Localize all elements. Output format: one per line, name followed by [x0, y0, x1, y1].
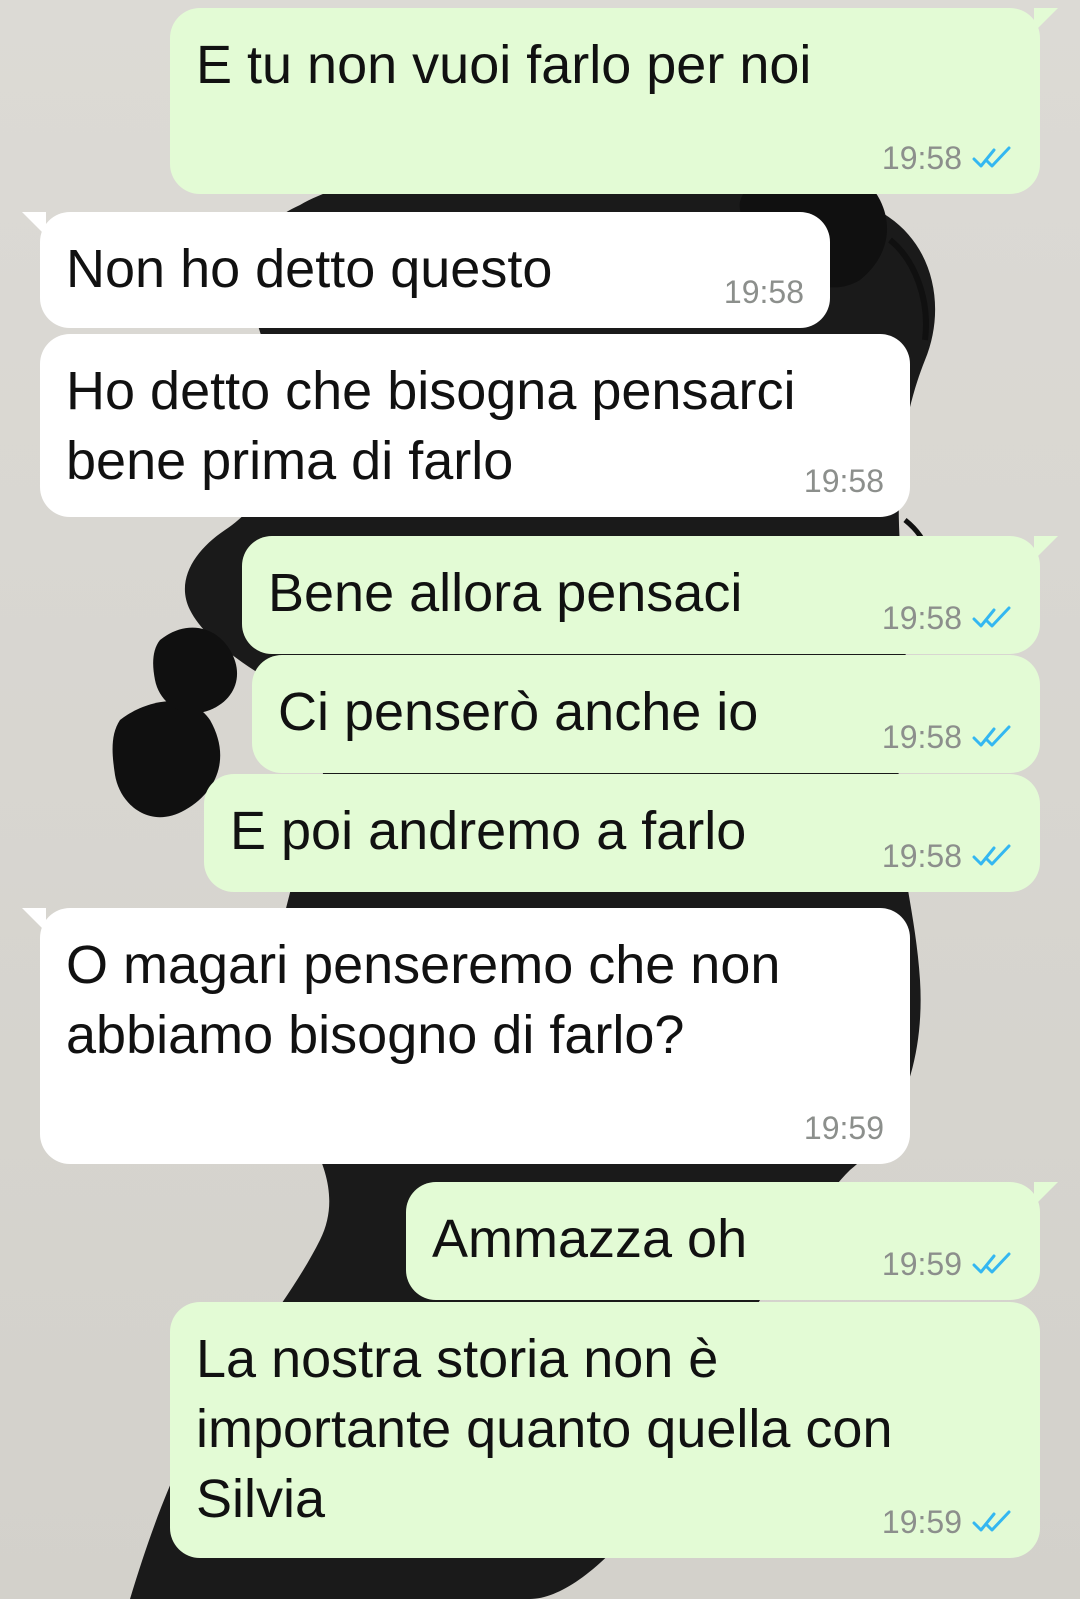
message-bubble-outgoing[interactable]: Ci penserò anche io 19:58 [252, 655, 1040, 773]
double-check-icon [972, 1510, 1011, 1532]
message-time: 19:58 [881, 140, 962, 176]
double-check-icon [972, 1252, 1011, 1274]
message-time: 19:58 [803, 463, 884, 499]
message-bubble-incoming[interactable]: O magari penseremo che non abbiamo bisog… [22, 908, 910, 1164]
message-time: 19:58 [881, 600, 962, 636]
double-check-icon [972, 725, 1011, 747]
message-bubble-outgoing[interactable]: E poi andremo a farlo 19:58 [204, 774, 1040, 892]
double-check-icon [972, 844, 1011, 866]
message-bubble-outgoing[interactable]: E tu non vuoi farlo per noi 19:58 [170, 8, 1058, 194]
message-meta: 19:58 [882, 138, 1014, 178]
message-meta: 19:58 [804, 461, 884, 501]
message-meta: 19:59 [882, 1502, 1014, 1542]
message-meta: 19:58 [882, 717, 1014, 757]
message-bubble-outgoing[interactable]: Bene allora pensaci 19:58 [242, 536, 1058, 654]
message-bubble-outgoing[interactable]: La nostra storia non è importante quanto… [170, 1302, 1040, 1558]
message-time: 19:59 [881, 1246, 962, 1282]
double-check-icon [972, 606, 1011, 628]
message-bubble-incoming[interactable]: Ho detto che bisogna pensarci bene prima… [40, 334, 910, 517]
message-bubble-incoming[interactable]: Non ho detto questo 19:58 [22, 212, 830, 328]
message-meta: 19:59 [882, 1244, 1014, 1284]
message-meta: 19:59 [804, 1108, 884, 1148]
message-text: Non ho detto questo [66, 239, 553, 299]
message-meta: 19:58 [882, 836, 1014, 876]
message-time: 19:58 [881, 719, 962, 755]
message-text: O magari penseremo che non abbiamo bisog… [66, 935, 781, 1065]
message-meta: 19:58 [724, 272, 804, 312]
double-check-icon [972, 146, 1011, 168]
message-text: E tu non vuoi farlo per noi [196, 35, 812, 95]
message-bubble-outgoing[interactable]: Ammazza oh 19:59 [406, 1182, 1058, 1300]
message-text: Ho detto che bisogna pensarci bene prima… [66, 361, 796, 491]
message-time: 19:58 [881, 838, 962, 874]
message-time: 19:59 [803, 1110, 884, 1146]
message-time: 19:59 [881, 1504, 962, 1540]
message-time: 19:58 [723, 274, 804, 310]
message-meta: 19:58 [882, 598, 1014, 638]
